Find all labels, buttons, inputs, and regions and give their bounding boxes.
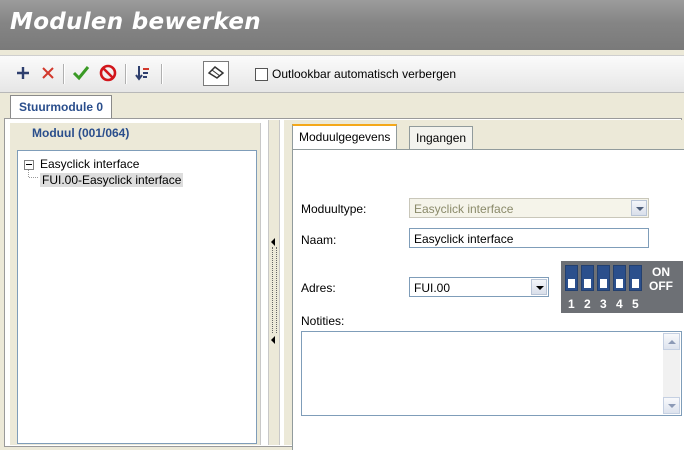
panel-splitter[interactable] <box>268 120 280 445</box>
notes-textarea[interactable] <box>301 331 682 416</box>
delete-button[interactable] <box>38 62 58 86</box>
tree-node-child-label: FUI.00-Easyclick interface <box>40 173 184 187</box>
module-tree: Easyclick interface FUI.00-Easyclick int… <box>17 150 257 444</box>
chevron-down-icon <box>631 200 647 216</box>
add-icon <box>16 66 30 83</box>
confirm-icon <box>72 65 90 84</box>
eraser-button[interactable] <box>203 61 229 86</box>
notes-label: Notities: <box>301 314 345 328</box>
cancel-button[interactable] <box>97 62 119 86</box>
sort-icon <box>134 64 152 85</box>
module-panel-header: Moduul (001/064) <box>12 123 262 145</box>
toolbar-separator <box>125 64 127 84</box>
window-title-bar: Modulen bewerken <box>0 0 684 50</box>
dip-switch-3 <box>597 265 610 291</box>
name-input[interactable]: Easyclick interface <box>409 228 649 248</box>
tree-node-child[interactable]: FUI.00-Easyclick interface <box>40 173 184 187</box>
dip-off-label: OFF <box>649 279 673 293</box>
main-tabstrip: Stuurmodule 0 <box>0 92 684 120</box>
collapse-left-icon[interactable] <box>271 336 275 344</box>
dip-number: 3 <box>600 297 607 311</box>
add-button[interactable] <box>13 62 33 86</box>
moduletype-select: Easyclick interface <box>409 198 649 218</box>
collapse-left-icon[interactable] <box>271 238 275 246</box>
tab-ingangen[interactable]: Ingangen <box>409 126 474 149</box>
outlookbar-option[interactable]: Outlookbar automatisch verbergen <box>255 67 456 81</box>
outlookbar-label: Outlookbar automatisch verbergen <box>272 67 457 81</box>
address-select[interactable]: FUI.00 <box>409 277 549 297</box>
splitter-grip[interactable] <box>272 247 277 333</box>
address-label: Adres: <box>301 281 336 295</box>
name-label: Naam: <box>301 233 337 247</box>
tree-node-root-label: Easyclick interface <box>40 157 140 171</box>
eraser-icon <box>207 65 225 82</box>
dip-switch-4 <box>613 265 626 291</box>
dip-number: 1 <box>568 297 575 311</box>
dip-switch: 1 2 3 4 5 ON OFF <box>561 261 683 313</box>
scroll-up-icon[interactable] <box>663 333 680 350</box>
address-value: FUI.00 <box>414 281 451 295</box>
dip-on-label: ON <box>652 265 670 279</box>
tab-moduulgegevens[interactable]: Moduulgegevens <box>292 124 398 150</box>
tree-connector <box>28 170 39 178</box>
cancel-icon <box>99 64 117 85</box>
chevron-down-icon[interactable] <box>531 279 547 295</box>
tree-node-root[interactable]: Easyclick interface <box>24 157 139 171</box>
dip-number: 2 <box>584 297 591 311</box>
sort-button[interactable] <box>132 62 154 86</box>
scroll-down-icon[interactable] <box>663 397 680 414</box>
toolbar-separator <box>161 64 163 84</box>
dip-on-off-legend: ON OFF <box>649 265 673 293</box>
dip-number: 4 <box>616 297 623 311</box>
dip-switch-5 <box>629 265 642 291</box>
collapse-icon[interactable] <box>24 159 34 170</box>
dip-switch-2 <box>581 265 594 291</box>
name-value: Easyclick interface <box>414 232 514 246</box>
outlookbar-checkbox[interactable] <box>255 67 268 81</box>
toolbar: Outlookbar automatisch verbergen <box>0 55 684 93</box>
module-count-label: Moduul (001/064) <box>32 126 130 140</box>
delete-icon <box>41 66 55 83</box>
notes-scrollbar[interactable] <box>663 333 680 414</box>
confirm-button[interactable] <box>70 62 92 86</box>
moduletype-label: Moduultype: <box>301 202 367 216</box>
window-title: Modulen bewerken <box>10 9 261 35</box>
moduletype-value: Easyclick interface <box>414 202 514 216</box>
dip-switch-1 <box>565 265 578 291</box>
toolbar-separator <box>63 64 65 84</box>
dip-number: 5 <box>632 297 639 311</box>
tab-stuurmodule-0[interactable]: Stuurmodule 0 <box>10 95 113 118</box>
